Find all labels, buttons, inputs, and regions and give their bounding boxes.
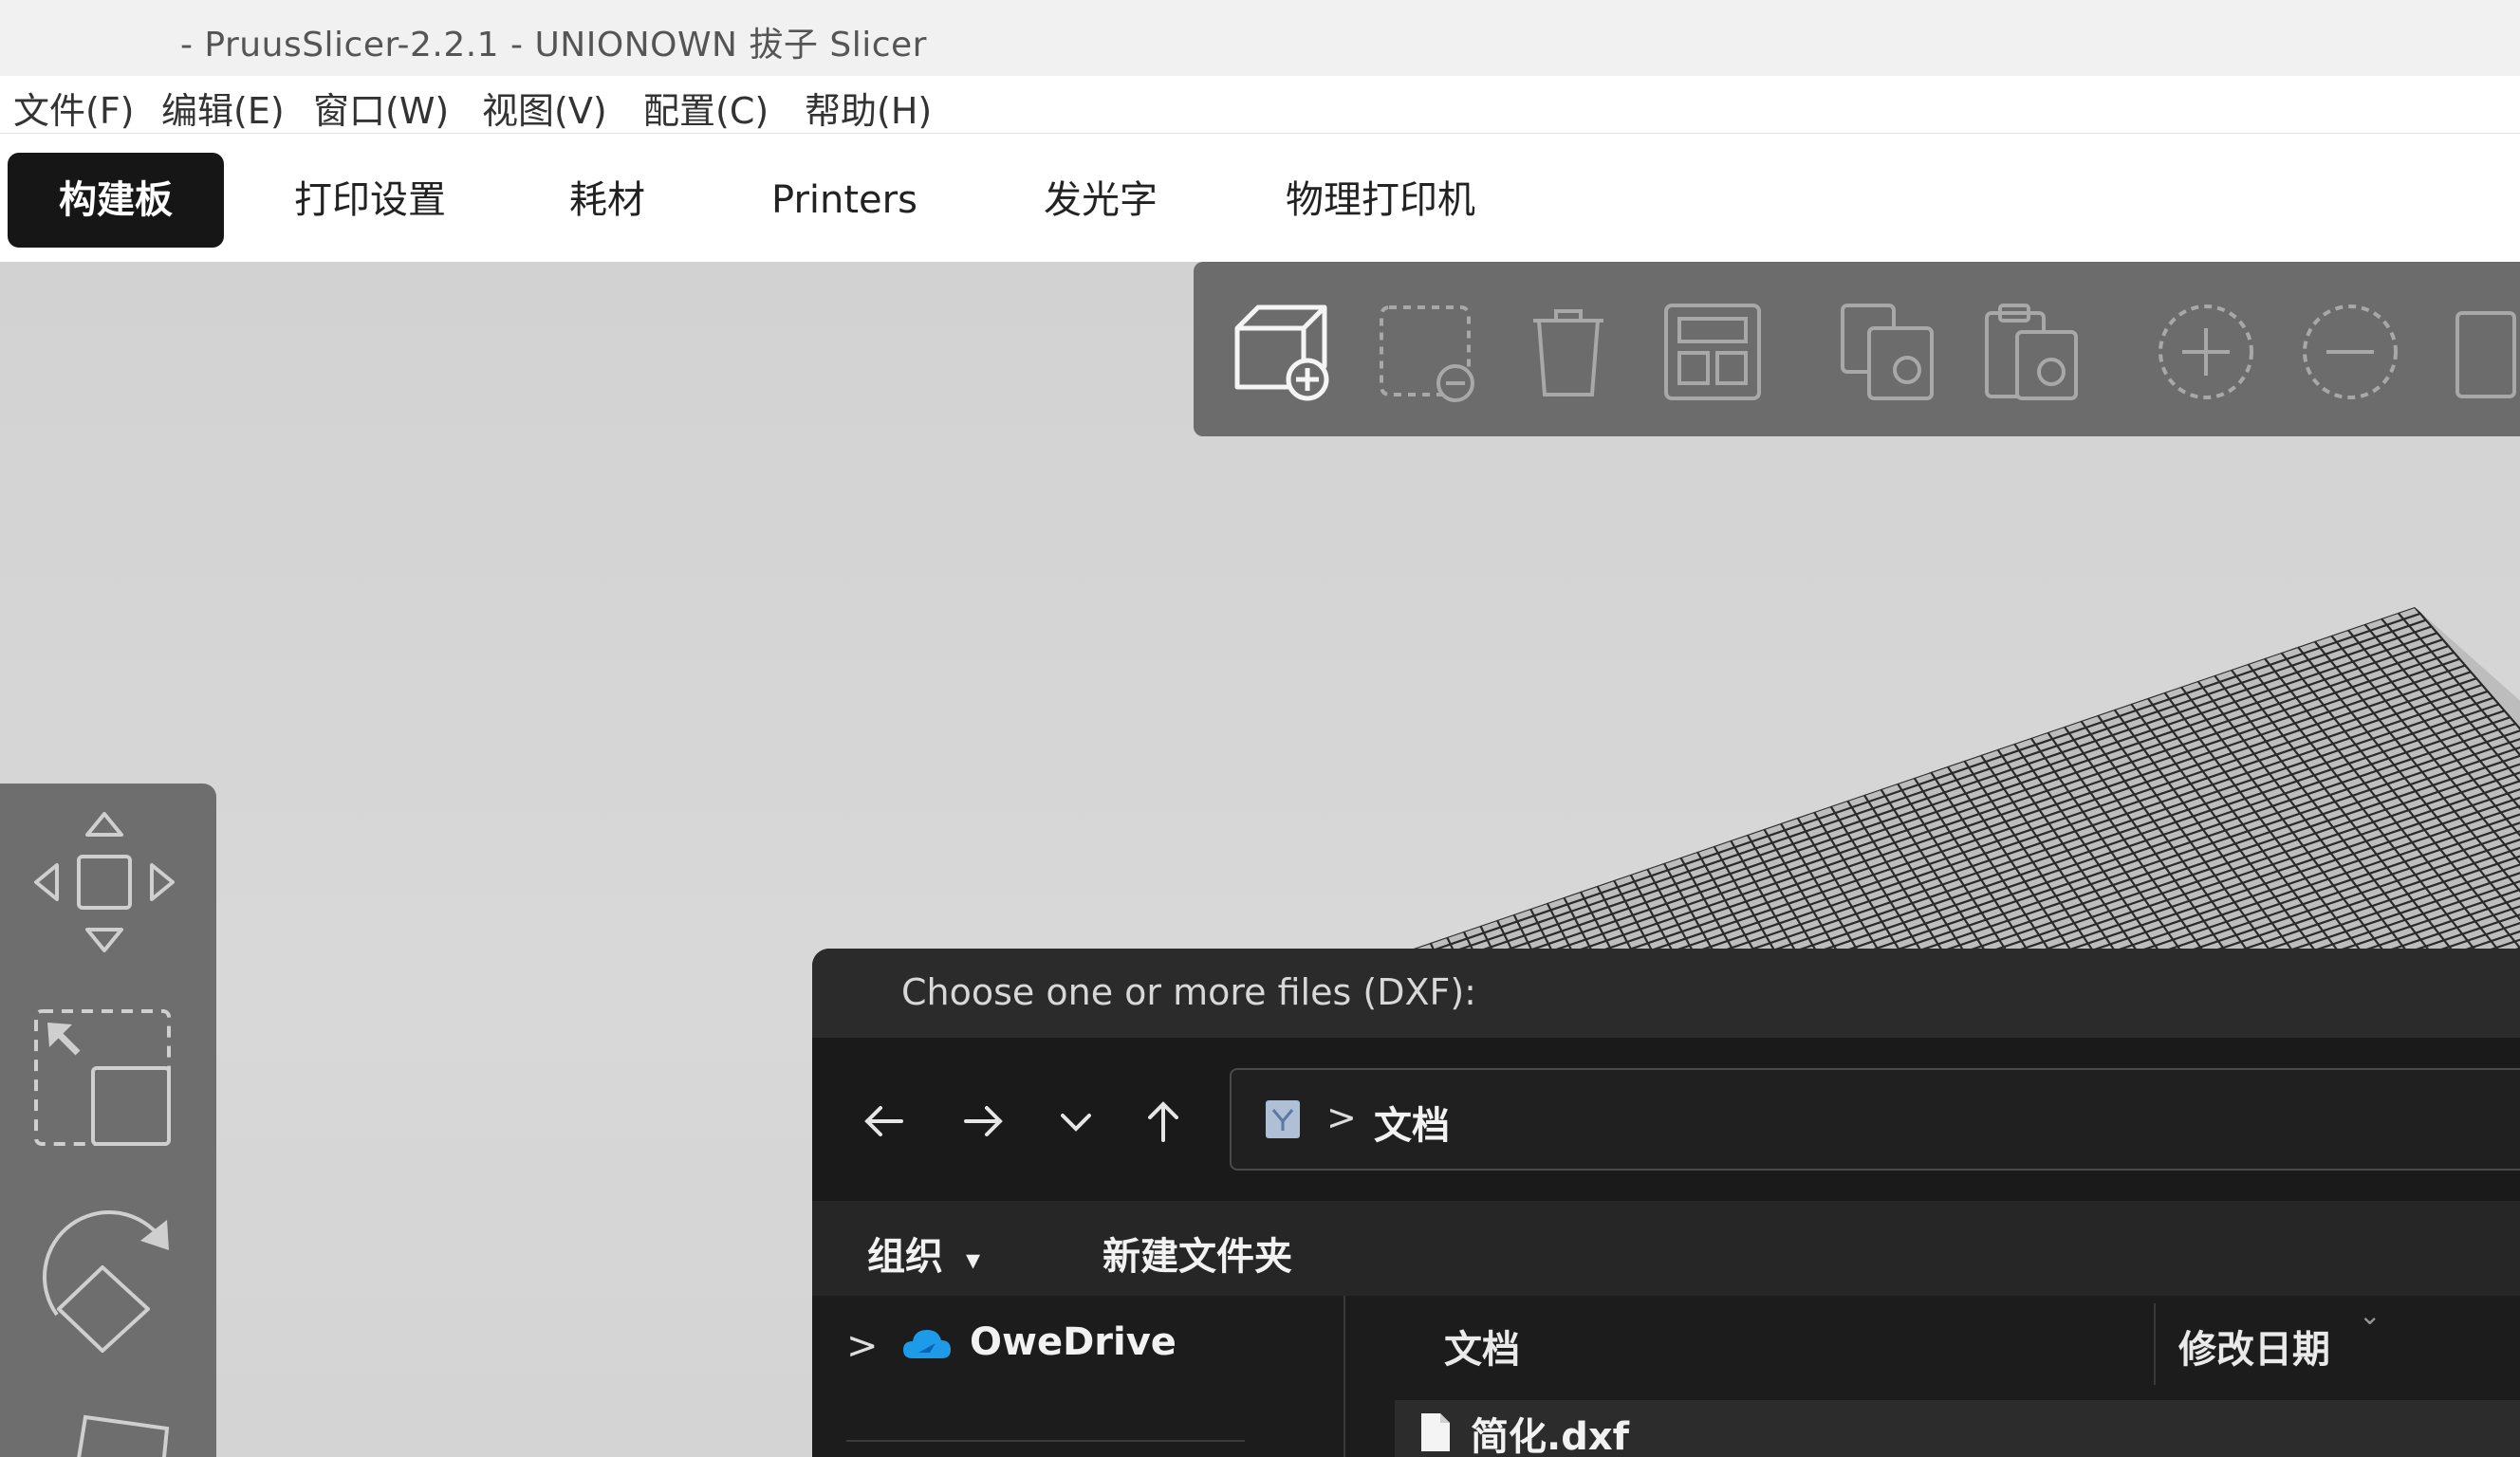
tab-plater[interactable]: 构建板 <box>8 153 224 248</box>
sort-chevron-icon: ⌄ <box>2359 1300 2381 1331</box>
menu-file[interactable]: 文件(F) <box>13 82 135 134</box>
onedrive-cloud-icon <box>903 1330 951 1358</box>
menu-window[interactable]: 窗口(W) <box>313 82 449 134</box>
top-toolbar <box>1194 262 2520 436</box>
place-on-face-icon[interactable] <box>66 1410 180 1457</box>
breadcrumb-separator: > <box>1326 1097 1357 1138</box>
gizmo-toolbar <box>0 784 216 1457</box>
column-header-name[interactable]: 文档 <box>1444 1319 1520 1374</box>
menu-help[interactable]: 帮助(H) <box>805 82 932 134</box>
organize-caret-icon: ▾ <box>965 1244 980 1277</box>
forward-arrow-icon[interactable] <box>954 1093 1011 1150</box>
tab-bar: 构建板 打印设置 耗材 Printers 发光字 物理打印机 <box>0 134 2520 262</box>
organize-button[interactable]: 组织 ▾ <box>867 1226 980 1281</box>
remove-instance-icon[interactable] <box>2298 300 2402 404</box>
nav-pane-divider <box>846 1440 1245 1442</box>
delete-selection-icon[interactable] <box>1374 300 1478 404</box>
back-arrow-icon[interactable] <box>856 1093 913 1150</box>
dialog-nav-row: > 文档 <box>812 1038 2520 1201</box>
move-icon[interactable] <box>28 806 180 958</box>
column-header-modified[interactable]: 修改日期 <box>2178 1319 2330 1374</box>
organize-label: 组织 <box>867 1235 943 1279</box>
delete-all-icon[interactable] <box>1516 300 1621 404</box>
dialog-body: > OweDrive 文档 修改日期 ⌄ 简化.dxf <box>812 1296 2520 1457</box>
onedrive-label: OweDrive <box>970 1320 1177 1364</box>
menu-edit[interactable]: 编辑(E) <box>161 82 285 134</box>
tab-filament[interactable]: 耗材 <box>531 153 683 248</box>
dialog-title-bar: Choose one or more files (DXF): <box>812 949 2520 1038</box>
menu-bar: 文件(F) 编辑(E) 窗口(W) 视图(V) 配置(C) 帮助(H) <box>0 76 2520 134</box>
tab-luminous-letters[interactable]: 发光字 <box>1015 153 1186 248</box>
column-splitter[interactable] <box>2154 1303 2156 1385</box>
file-list-item[interactable]: 简化.dxf <box>1395 1400 2520 1457</box>
menu-view[interactable]: 视图(V) <box>482 82 607 134</box>
file-icon <box>1421 1413 1450 1451</box>
recent-locations-chevron-icon[interactable] <box>1047 1093 1104 1150</box>
tab-physical-printers[interactable]: 物理打印机 <box>1262 153 1499 248</box>
add-instance-icon[interactable] <box>2154 300 2258 404</box>
dialog-title: Choose one or more files (DXF): <box>901 971 1476 1013</box>
tab-printers[interactable]: Printers <box>750 153 939 248</box>
nav-pane-splitter[interactable] <box>1343 1296 1345 1457</box>
breadcrumb-documents[interactable]: 文档 <box>1374 1095 1450 1150</box>
documents-folder-icon <box>1266 1100 1300 1138</box>
dialog-command-bar: 组织 ▾ 新建文件夹 <box>812 1201 2520 1296</box>
new-folder-button[interactable]: 新建文件夹 <box>1102 1226 1292 1281</box>
window-title: - PruusSlicer-2.2.1 - UNIONOWN 拔子 Slicer <box>180 26 927 65</box>
title-bar: - PruusSlicer-2.2.1 - UNIONOWN 拔子 Slicer <box>0 0 2520 76</box>
up-arrow-icon[interactable] <box>1135 1093 1192 1150</box>
rotate-icon[interactable] <box>28 1201 180 1362</box>
arrange-icon[interactable] <box>1660 300 1765 404</box>
prusaslicer-window: - PruusSlicer-2.2.1 - UNIONOWN 拔子 Slicer… <box>0 0 2520 1457</box>
expand-chevron-icon[interactable]: > <box>846 1324 879 1368</box>
menu-configuration[interactable]: 配置(C) <box>643 82 769 134</box>
tab-print-settings[interactable]: 打印设置 <box>275 153 465 248</box>
scale-icon[interactable] <box>32 1007 175 1150</box>
open-file-dialog: Choose one or more files (DXF): > 文档 组织 … <box>812 949 2520 1457</box>
add-object-icon[interactable] <box>1230 300 1334 404</box>
address-bar[interactable]: > 文档 <box>1230 1068 2520 1171</box>
split-icon[interactable] <box>2452 300 2520 404</box>
paste-icon[interactable] <box>1981 300 2085 404</box>
file-name: 简化.dxf <box>1471 1415 1630 1457</box>
copy-icon[interactable] <box>1837 300 1941 404</box>
